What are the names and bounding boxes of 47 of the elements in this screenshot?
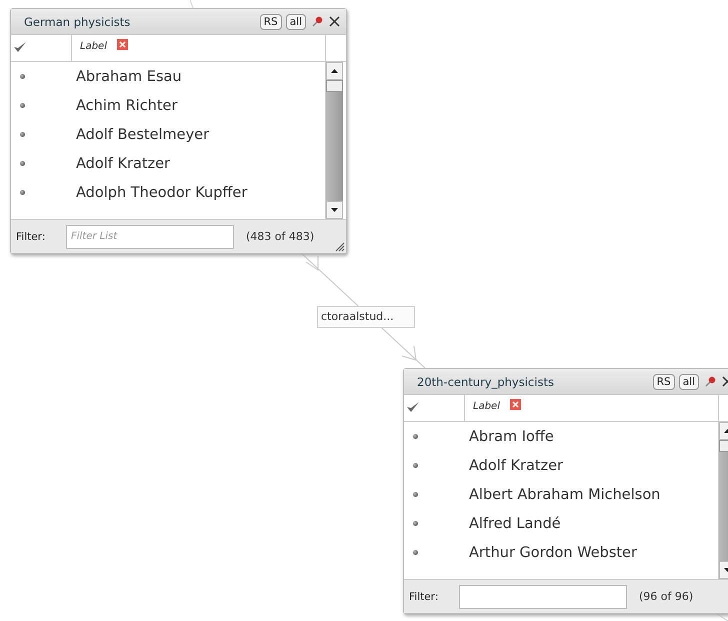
list-item[interactable]: Adolf Kratzer bbox=[461, 458, 564, 474]
scroll-up-icon[interactable] bbox=[331, 69, 338, 73]
filter-field[interactable]: Filter List bbox=[66, 224, 234, 248]
scrollbar[interactable] bbox=[325, 62, 343, 219]
filter-label: Filter: bbox=[16, 230, 46, 242]
remove-column-icon[interactable] bbox=[510, 399, 521, 410]
bullet-icon bbox=[20, 132, 25, 137]
list-item[interactable]: Albert Abraham Michelson bbox=[461, 486, 660, 502]
panel-title: 20th-century_physicists bbox=[417, 374, 554, 388]
item-count: (96 of 96) bbox=[639, 590, 694, 603]
bullet-icon bbox=[20, 74, 25, 79]
list-item[interactable]: Abram Ioffe bbox=[461, 428, 554, 444]
toolbar-button[interactable]: RS bbox=[652, 374, 675, 390]
list-item[interactable]: Adolf Kratzer bbox=[68, 156, 170, 172]
bullet-icon bbox=[20, 161, 25, 166]
checkmark-icon[interactable] bbox=[406, 401, 420, 413]
toolbar-button[interactable]: all bbox=[678, 374, 699, 390]
bullet-icon bbox=[413, 434, 418, 439]
toolbar-button[interactable]: RS bbox=[260, 14, 282, 30]
list-item[interactable]: Alfred Landé bbox=[461, 516, 561, 532]
close-icon[interactable] bbox=[329, 16, 340, 27]
remove-column-icon[interactable] bbox=[116, 39, 128, 50]
bullet-icon bbox=[413, 521, 418, 526]
list-item[interactable]: Achim Richter bbox=[68, 98, 178, 114]
resize-grip-icon[interactable] bbox=[335, 242, 345, 252]
bullet-icon bbox=[413, 492, 418, 497]
scroll-thumb[interactable] bbox=[326, 80, 343, 92]
list-item[interactable]: Adolph Theodor Kupffer bbox=[68, 184, 248, 200]
edge-label: ctoraalstud... bbox=[317, 306, 415, 328]
bullet-icon bbox=[20, 103, 25, 108]
item-count: (483 of 483) bbox=[246, 230, 314, 243]
bullet-icon bbox=[413, 463, 418, 468]
bullet-icon bbox=[413, 550, 418, 555]
filter-label: Filter: bbox=[409, 590, 440, 602]
filter-field[interactable] bbox=[459, 584, 627, 608]
panel-title: German physicists bbox=[24, 14, 130, 28]
list-item[interactable]: Arthur Gordon Webster bbox=[461, 544, 637, 560]
bullet-icon bbox=[20, 190, 25, 195]
pin-icon[interactable] bbox=[705, 376, 716, 387]
pin-icon[interactable] bbox=[312, 16, 323, 27]
column-title: Label bbox=[80, 41, 107, 52]
checkmark-icon[interactable] bbox=[13, 41, 27, 53]
scroll-down-icon[interactable] bbox=[331, 208, 338, 212]
list-item[interactable]: Abraham Esau bbox=[68, 68, 182, 84]
list-item[interactable]: Adolf Bestelmeyer bbox=[68, 126, 210, 142]
column-title: Label bbox=[473, 401, 500, 412]
toolbar-button[interactable]: all bbox=[286, 14, 306, 30]
